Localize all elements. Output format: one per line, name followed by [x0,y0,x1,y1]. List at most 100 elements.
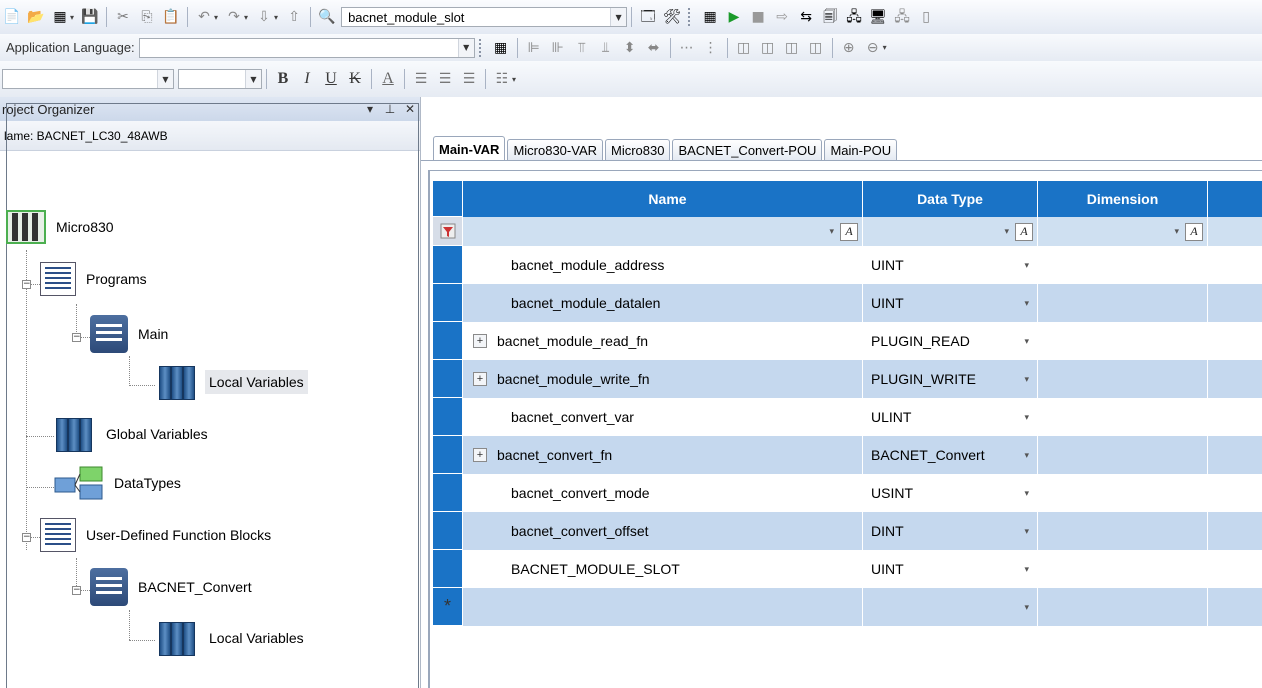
align-bottom-icon[interactable]: ⫫ [595,37,617,59]
run-icon[interactable]: ▶ [723,6,745,28]
language-combo[interactable]: ▼ [138,37,475,58]
grid-icon[interactable]: ▦ [490,37,512,59]
dimension-cell[interactable] [1038,284,1208,322]
toolbar-grip[interactable] [688,8,694,26]
filter-options-icon[interactable]: A [1015,222,1033,241]
table-row[interactable]: bacnet_module_address UINT ▾ [433,246,1262,284]
table-row[interactable]: + bacnet_convert_fn BACNET_Convert ▾ [433,436,1262,474]
tab-main-var[interactable]: Main-VAR [433,136,506,161]
expand-icon[interactable]: + [473,372,487,386]
chevron-down-icon[interactable]: ▼ [245,70,261,88]
new-variable-row[interactable]: * ▾ [433,588,1262,626]
row-selector[interactable] [433,474,463,512]
same-size-icon[interactable]: ◫ [781,37,803,59]
chevron-down-icon[interactable]: ▾ [1024,564,1029,575]
open-folder-icon[interactable]: 📂 [25,6,47,28]
space-vertical-icon[interactable]: ⋮ [700,37,722,59]
data-type-cell[interactable]: UINT ▾ [863,246,1038,284]
collapse-udfb-icon[interactable]: − [22,533,31,542]
window-dropdown-icon[interactable]: ▾ [70,13,74,22]
filter-options-icon[interactable]: A [1185,222,1203,241]
project-combo[interactable]: bacnet_module_slot ▼ [341,7,628,27]
step-icon[interactable]: ⇨ [771,6,793,28]
align-right-icon[interactable]: ⊪ [547,37,569,59]
align-left-text-icon[interactable]: ☰ [410,68,432,90]
row-selector[interactable] [433,398,463,436]
column-header-dimension[interactable]: Dimension [1038,181,1208,217]
align-left-icon[interactable]: ⊫ [523,37,545,59]
dimension-cell[interactable] [1038,436,1208,474]
upload-icon[interactable]: ⇧ [283,6,305,28]
tree-node-main[interactable]: Main [90,315,172,353]
zoom-out-icon[interactable]: ⊖ [862,37,884,59]
cut-icon[interactable]: ✂ [112,6,134,28]
copy-icon[interactable]: ⎘ [136,6,158,28]
window-icon[interactable]: ▦ [49,6,71,28]
row-selector[interactable] [433,322,463,360]
bullet-list-icon[interactable]: ☷ [491,68,513,90]
variable-name-cell[interactable]: bacnet_module_address [463,246,863,284]
chevron-down-icon[interactable]: ▾ [1024,260,1029,271]
variable-name-cell[interactable]: bacnet_convert_var [463,398,863,436]
dimension-cell[interactable] [1038,322,1208,360]
column-header-data-type[interactable]: Data Type [863,181,1038,217]
undo-icon[interactable]: ↶ [193,6,215,28]
dimension-cell[interactable] [1038,512,1208,550]
corner-cell[interactable] [433,181,463,217]
chevron-down-icon[interactable]: ▾ [1024,526,1029,537]
tab-micro830-var[interactable]: Micro830-VAR [507,139,603,161]
font-color-icon[interactable]: A [376,68,400,90]
table-row[interactable]: bacnet_module_datalen UINT ▾ [433,284,1262,322]
tree-node-micro830[interactable]: Micro830 [6,210,118,244]
new-file-icon[interactable]: 📄 [1,6,23,28]
module-icon[interactable]: 🖧 [891,6,913,28]
tab-bacnet-convert-pou[interactable]: BACNET_Convert-POU [672,139,823,161]
monitor-icon[interactable]: 🗐 [819,6,841,28]
bold-button[interactable]: B [271,68,295,90]
table-row[interactable]: bacnet_convert_offset DINT ▾ [433,512,1262,550]
dimension-filter-cell[interactable]: ▾ A [1038,217,1208,246]
tree-node-main-local-variables[interactable]: Local Variables [155,362,308,402]
data-type-cell[interactable]: DINT ▾ [863,512,1038,550]
data-type-cell[interactable]: PLUGIN_WRITE ▾ [863,360,1038,398]
properties-icon[interactable]: 🗔 [637,6,659,28]
variable-name-cell[interactable]: + bacnet_module_read_fn [463,322,863,360]
stop-icon[interactable]: ■ [747,6,769,28]
align-top-icon[interactable]: ⫪ [571,37,593,59]
zoom-in-icon[interactable]: ⊕ [838,37,860,59]
download-dropdown-icon[interactable]: ▾ [274,13,278,22]
redo-dropdown-icon[interactable]: ▾ [244,13,248,22]
variable-name-cell[interactable]: + bacnet_module_write_fn [463,360,863,398]
dimension-cell[interactable] [1038,398,1208,436]
filter-options-icon[interactable]: A [840,222,858,241]
find-icon[interactable]: 🔍 [316,6,338,28]
row-selector[interactable] [433,246,463,284]
tree-node-datatypes[interactable]: DataTypes [54,466,185,500]
data-type-cell[interactable]: ULINT ▾ [863,398,1038,436]
collapse-bacnet-convert-icon[interactable]: − [72,586,81,595]
italic-button[interactable]: I [295,68,319,90]
align-center-text-icon[interactable]: ☰ [434,68,456,90]
tree-node-bacnet-local-variables[interactable]: Local Variables [155,618,308,658]
calendar-icon[interactable]: ▦ [699,6,721,28]
chevron-down-icon[interactable]: ▼ [457,38,474,57]
tab-main-pou[interactable]: Main-POU [824,139,898,161]
chevron-down-icon[interactable]: ▾ [1024,602,1029,613]
new-row-name-cell[interactable] [463,588,863,626]
new-row-dimension-cell[interactable] [1038,588,1208,626]
list-dropdown-icon[interactable]: ▾ [512,75,516,84]
chevron-down-icon[interactable]: ▾ [1024,336,1029,347]
table-row[interactable]: bacnet_convert_mode USINT ▾ [433,474,1262,512]
chevron-down-icon[interactable]: ▾ [1174,226,1179,237]
chevron-down-icon[interactable]: ▾ [1024,450,1029,461]
align-right-text-icon[interactable]: ☰ [458,68,480,90]
bring-front-icon[interactable]: ◫ [805,37,827,59]
tools-icon[interactable]: 🛠 [661,6,683,28]
tree-node-programs[interactable]: Programs [40,262,151,296]
underline-button[interactable]: U [319,68,343,90]
undo-dropdown-icon[interactable]: ▾ [214,13,218,22]
column-header-name[interactable]: Name [463,181,863,217]
chevron-down-icon[interactable]: ▾ [1024,374,1029,385]
chevron-down-icon[interactable]: ▼ [157,70,173,88]
same-height-icon[interactable]: ◫ [757,37,779,59]
